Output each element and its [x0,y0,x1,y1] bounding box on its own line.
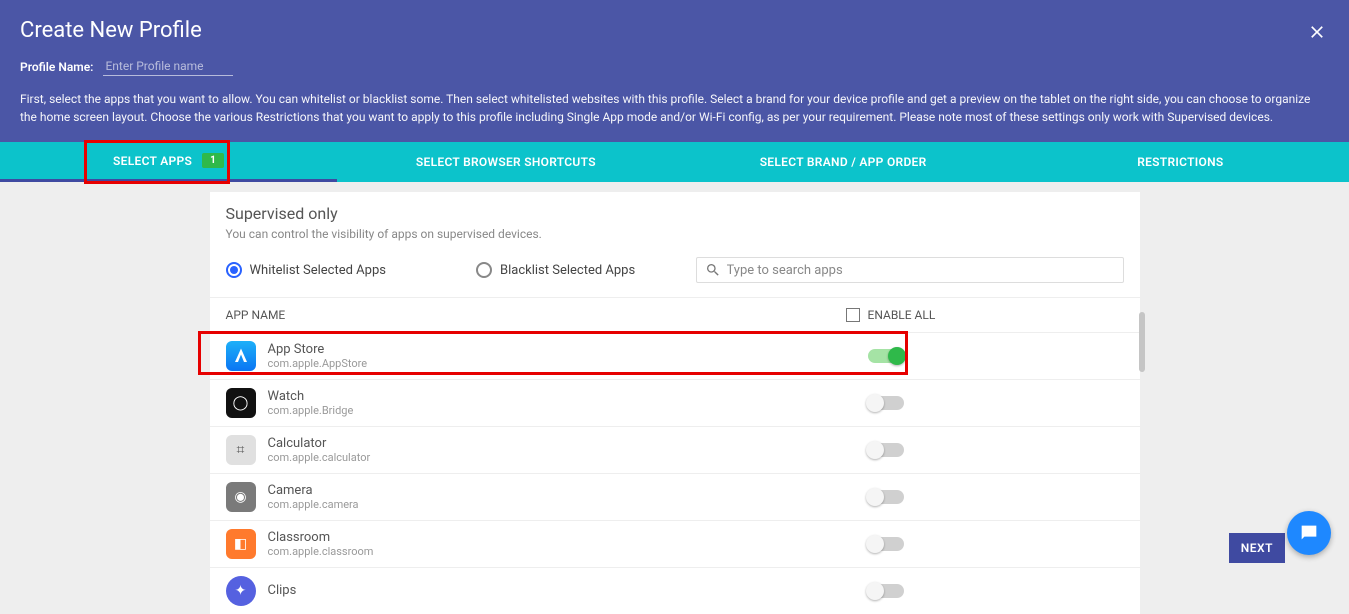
app-toggle[interactable] [868,537,904,551]
app-name: Camera [268,483,868,499]
classroom-icon: ◧ [226,529,256,559]
app-toggle[interactable] [868,584,904,598]
profile-name-label: Profile Name: [20,60,93,74]
app-name: App Store [268,342,868,358]
radio-icon [476,262,492,278]
app-row-camera: ◉ Camera com.apple.camera [210,474,1140,521]
tab-select-apps[interactable]: SELECT APPS 1 [0,142,337,182]
app-name: Calculator [268,436,868,452]
app-row-app-store: App Store com.apple.AppStore [210,333,1140,380]
radio-blacklist[interactable]: Blacklist Selected Apps [476,262,635,278]
app-bundle: com.apple.Bridge [268,404,868,417]
profile-name-input[interactable] [103,57,233,76]
search-icon [705,262,721,278]
enable-all-checkbox[interactable] [846,308,860,322]
app-bundle: com.apple.calculator [268,451,868,464]
app-bundle: com.apple.camera [268,498,868,511]
app-toggle[interactable] [868,349,904,363]
page-title: Create New Profile [20,18,1329,43]
app-row-classroom: ◧ Classroom com.apple.classroom [210,521,1140,568]
tab-brand-order[interactable]: SELECT BRAND / APP ORDER [675,142,1012,182]
app-bundle: com.apple.classroom [268,545,868,558]
app-row-clips: ✦ Clips [210,568,1140,614]
tab-badge: 1 [202,153,224,168]
tab-restrictions[interactable]: RESTRICTIONS [1012,142,1349,182]
calculator-icon: ⌗ [226,435,256,465]
page-header: Create New Profile Profile Name: First, … [0,0,1349,142]
search-input-wrap[interactable] [696,257,1124,283]
radio-icon [226,262,242,278]
close-icon[interactable] [1307,22,1327,46]
tab-label: SELECT APPS [113,154,192,168]
camera-icon: ◉ [226,482,256,512]
apps-panel: Supervised only You can control the visi… [210,192,1140,614]
section-title: Supervised only [226,204,1124,223]
app-bundle: com.apple.AppStore [268,357,868,370]
column-app-name: APP NAME [226,308,846,322]
app-toggle[interactable] [868,490,904,504]
app-name: Watch [268,389,868,405]
radio-label: Blacklist Selected Apps [500,263,635,278]
radio-label: Whitelist Selected Apps [250,263,386,278]
section-subtitle: You can control the visibility of apps o… [226,227,1124,241]
app-row-watch: ◯ Watch com.apple.Bridge [210,380,1140,427]
radio-whitelist[interactable]: Whitelist Selected Apps [226,262,386,278]
tab-bar: SELECT APPS 1 SELECT BROWSER SHORTCUTS S… [0,142,1349,182]
app-toggle[interactable] [868,396,904,410]
app-toggle[interactable] [868,443,904,457]
tab-browser-shortcuts[interactable]: SELECT BROWSER SHORTCUTS [337,142,674,182]
clips-icon: ✦ [226,576,256,606]
app-row-calculator: ⌗ Calculator com.apple.calculator [210,427,1140,474]
watch-icon: ◯ [226,388,256,418]
app-name: Classroom [268,530,868,546]
search-input[interactable] [727,263,1115,278]
enable-all-label: ENABLE ALL [868,308,936,322]
next-button[interactable]: NEXT [1229,533,1285,563]
chat-bubble-icon[interactable] [1287,511,1331,555]
app-store-icon [226,341,256,371]
header-description: First, select the apps that you want to … [20,90,1329,126]
app-name: Clips [268,583,868,599]
